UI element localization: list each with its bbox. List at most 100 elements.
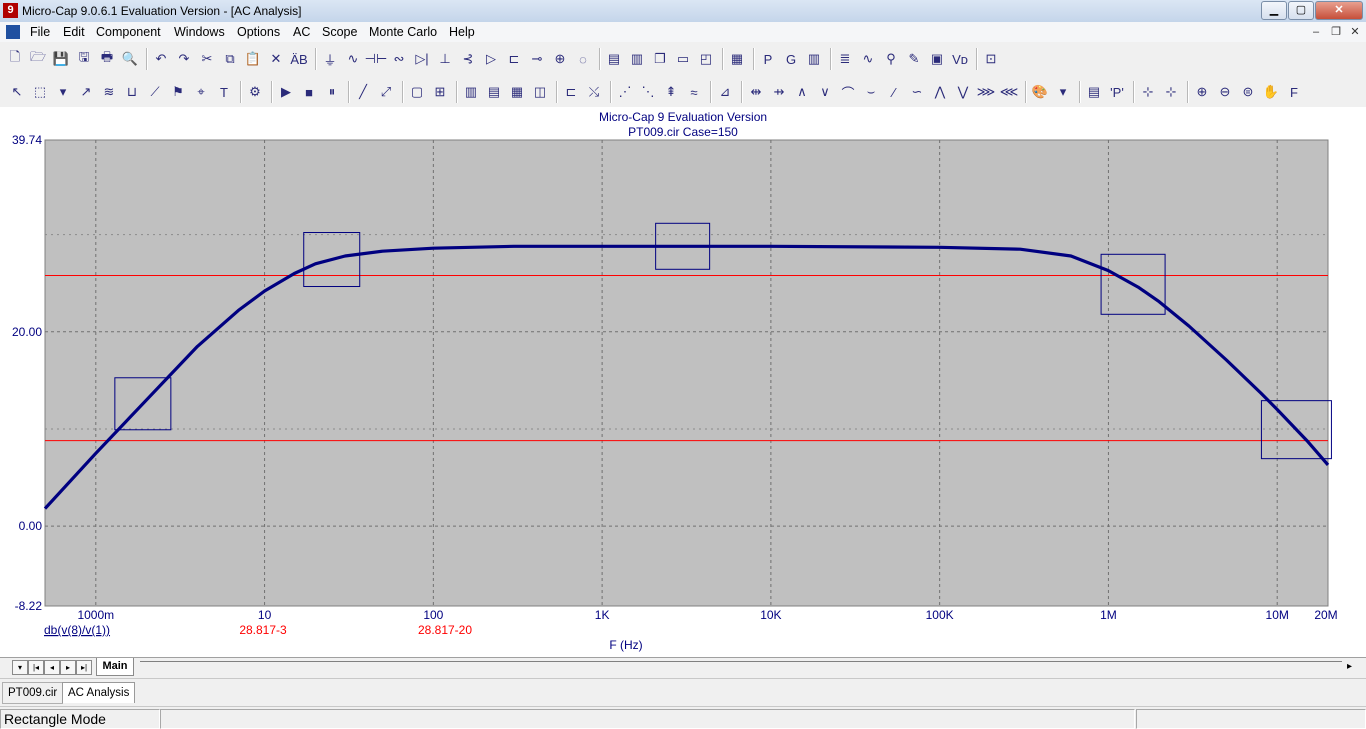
- menu-monte-carlo[interactable]: Monte Carlo: [369, 25, 437, 39]
- node-icon[interactable]: ⟋: [146, 83, 164, 101]
- print-preview-icon[interactable]: 🔍: [121, 50, 139, 68]
- open-icon[interactable]: 🗁: [29, 49, 47, 68]
- jfet-icon[interactable]: ⊏: [505, 50, 523, 68]
- font-icon[interactable]: F: [1285, 83, 1303, 101]
- resistor-icon[interactable]: ∿: [344, 50, 362, 68]
- find-icon[interactable]: ÄB: [290, 50, 308, 68]
- grid-table-icon[interactable]: ▥: [805, 50, 823, 68]
- run-icon[interactable]: ▶: [277, 83, 295, 101]
- peak-icon[interactable]: ⋰: [616, 83, 634, 101]
- ac-analysis-plot[interactable]: Micro-Cap 9 Evaluation Version PT009.cir…: [0, 107, 1366, 657]
- sheet-tab-main[interactable]: Main: [96, 658, 134, 676]
- next-peak-icon[interactable]: ⌒: [839, 83, 857, 101]
- first-sheet-button[interactable]: |◂: [28, 660, 44, 675]
- menu-windows[interactable]: Windows: [174, 25, 225, 39]
- cut-icon[interactable]: ✂: [198, 50, 216, 68]
- probe-icon[interactable]: ⚲: [882, 50, 900, 68]
- arrow-line-icon[interactable]: ⤢: [377, 83, 395, 101]
- global-high-icon[interactable]: ⋀: [931, 83, 949, 101]
- peak-find-icon[interactable]: ∧: [793, 83, 811, 101]
- tile-horizontal-icon[interactable]: ▤: [605, 50, 623, 68]
- vertical-grid-icon[interactable]: ▥: [462, 83, 480, 101]
- high-icon[interactable]: ⇞: [662, 83, 680, 101]
- menu-component[interactable]: Component: [96, 25, 161, 39]
- box-icon[interactable]: ⊔: [123, 83, 141, 101]
- window-icon[interactable]: ▭: [674, 50, 692, 68]
- stop-icon[interactable]: ■: [300, 83, 318, 101]
- menu-file[interactable]: File: [30, 25, 50, 39]
- zoom-in-icon[interactable]: ⊕: [1193, 83, 1211, 101]
- global-low-icon[interactable]: ⋁: [954, 83, 972, 101]
- diode-icon[interactable]: ▷|: [413, 50, 431, 68]
- next-valley-icon[interactable]: ⌣: [862, 83, 880, 101]
- menu-scope[interactable]: Scope: [322, 25, 357, 39]
- tag-vertical-icon[interactable]: ⊹: [1162, 83, 1180, 101]
- npn-icon[interactable]: ⊰: [459, 50, 477, 68]
- select-mode-icon[interactable]: ↖: [8, 83, 26, 101]
- point-tag-icon[interactable]: 'P': [1108, 83, 1126, 101]
- mdi-minimize-button[interactable]: –: [1308, 25, 1324, 39]
- sheet-menu-button[interactable]: ▾: [12, 660, 28, 675]
- menu-options[interactable]: Options: [237, 25, 280, 39]
- source-icon[interactable]: ⊕: [551, 50, 569, 68]
- minimize-button[interactable]: ▁: [1261, 1, 1287, 20]
- slope-icon[interactable]: ∕: [885, 83, 903, 101]
- line-icon[interactable]: ╱: [354, 83, 372, 101]
- multi-valley-icon[interactable]: ⋘: [1000, 83, 1019, 101]
- cursor-left-icon[interactable]: ⇹: [747, 83, 765, 101]
- major-grid-icon[interactable]: ◫: [531, 83, 549, 101]
- tab-ac-analysis[interactable]: AC Analysis: [62, 682, 136, 703]
- app-icon[interactable]: 9: [3, 3, 18, 18]
- scope-icon[interactable]: ⊿: [716, 83, 734, 101]
- delete-icon[interactable]: ✕: [267, 50, 285, 68]
- prev-sheet-button[interactable]: ◂: [44, 660, 60, 675]
- split-window-icon[interactable]: ◰: [697, 50, 715, 68]
- valley-icon[interactable]: ⋱: [639, 83, 657, 101]
- resize-grip-icon[interactable]: ▸: [1347, 661, 1352, 672]
- box-grid-icon[interactable]: ▢: [408, 83, 426, 101]
- animate-icon[interactable]: ▣: [928, 50, 946, 68]
- opamp-icon[interactable]: ▷: [482, 50, 500, 68]
- grid-icon[interactable]: ⊞: [431, 83, 449, 101]
- close-button[interactable]: ✕: [1315, 1, 1363, 20]
- valley-find-icon[interactable]: ∨: [816, 83, 834, 101]
- capacitor-icon[interactable]: ⊣⊢: [365, 50, 388, 68]
- ac-source-icon[interactable]: ◌: [574, 50, 592, 68]
- new-icon[interactable]: 🗋: [6, 49, 24, 68]
- waveform-icon[interactable]: ∿: [859, 50, 877, 68]
- trace-label[interactable]: db(v(8)/v(1)): [44, 623, 110, 637]
- maximize-button[interactable]: ▢: [1288, 1, 1314, 20]
- trace-icon[interactable]: ⤯: [585, 83, 603, 101]
- paint-icon[interactable]: 🎨: [1031, 83, 1049, 101]
- plot-panel[interactable]: Micro-Cap 9 Evaluation Version PT009.cir…: [0, 107, 1366, 657]
- inflection-icon[interactable]: ∽: [908, 83, 926, 101]
- document-icon[interactable]: [6, 25, 20, 39]
- pen-icon[interactable]: ✎: [905, 50, 923, 68]
- save-all-icon[interactable]: 🖫: [75, 49, 93, 68]
- menu-edit[interactable]: Edit: [63, 25, 85, 39]
- calculator-icon[interactable]: ▦: [728, 50, 746, 68]
- bottom-axis-icon[interactable]: ⊏: [562, 83, 580, 101]
- undo-icon[interactable]: ↶: [152, 50, 170, 68]
- text-icon[interactable]: T: [215, 83, 233, 101]
- paste-icon[interactable]: 📋: [244, 50, 262, 68]
- paint-dropdown-icon[interactable]: ▾: [1054, 83, 1072, 101]
- next-sheet-button[interactable]: ▸: [60, 660, 76, 675]
- ground-icon[interactable]: ⏚: [321, 50, 339, 68]
- inductor-icon[interactable]: ∾: [390, 50, 408, 68]
- vd-icon[interactable]: Vᴅ: [951, 50, 969, 68]
- horizontal-grid-icon[interactable]: ▤: [485, 83, 503, 101]
- tile-vertical-icon[interactable]: ▥: [628, 50, 646, 68]
- zoom-frame-icon[interactable]: ⊡: [982, 50, 1000, 68]
- tab-pt009-cir[interactable]: PT009.cir: [2, 682, 64, 704]
- redo-icon[interactable]: ↷: [175, 50, 193, 68]
- multi-peak-icon[interactable]: ⋙: [977, 83, 996, 101]
- zoom-out-icon[interactable]: ⊖: [1216, 83, 1234, 101]
- mdi-close-button[interactable]: ✕: [1347, 25, 1363, 39]
- cursor-right-icon[interactable]: ⇸: [770, 83, 788, 101]
- menu-ac[interactable]: AC: [293, 25, 310, 39]
- rectangle-mode-icon[interactable]: ⬚: [31, 83, 49, 101]
- pan-icon[interactable]: ✋: [1262, 83, 1280, 101]
- cascade-icon[interactable]: ❐: [651, 50, 669, 68]
- menu-help[interactable]: Help: [449, 25, 475, 39]
